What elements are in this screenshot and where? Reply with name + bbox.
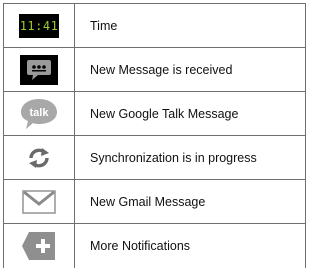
table-row: More Notifications: [4, 224, 305, 268]
row-label: More Notifications: [90, 239, 191, 253]
table-row: New Message is received: [4, 48, 305, 92]
row-label: New Message is received: [90, 62, 233, 77]
table-row: Synchronization is in progress: [4, 136, 305, 180]
gmail-envelope-icon: [22, 189, 56, 214]
table-row: New Gmail Message: [4, 180, 305, 224]
row-label: New Google Talk Message: [90, 106, 239, 121]
row-label: Synchronization is in progress: [90, 150, 257, 165]
svg-text:talk: talk: [30, 107, 50, 119]
icon-cell: 11:41: [4, 4, 75, 47]
message-bubble-icon: [20, 54, 58, 85]
more-notifications-plus-icon: [22, 232, 55, 260]
notification-icons-table: 11:41 Time New Message is received talk: [3, 3, 306, 268]
table-row: talk New Google Talk Message: [4, 92, 305, 136]
icon-cell: [4, 224, 75, 268]
row-label: Time: [90, 18, 118, 33]
icon-cell: talk: [4, 92, 75, 135]
sync-arrows-icon: [29, 147, 49, 168]
table-row: 11:41 Time: [4, 4, 305, 48]
icon-cell: [4, 180, 75, 223]
google-talk-icon: talk: [21, 98, 57, 129]
icon-cell: [4, 48, 75, 91]
icon-cell: [4, 136, 75, 179]
status-clock-icon: 11:41: [19, 13, 59, 38]
row-label: New Gmail Message: [90, 194, 206, 209]
